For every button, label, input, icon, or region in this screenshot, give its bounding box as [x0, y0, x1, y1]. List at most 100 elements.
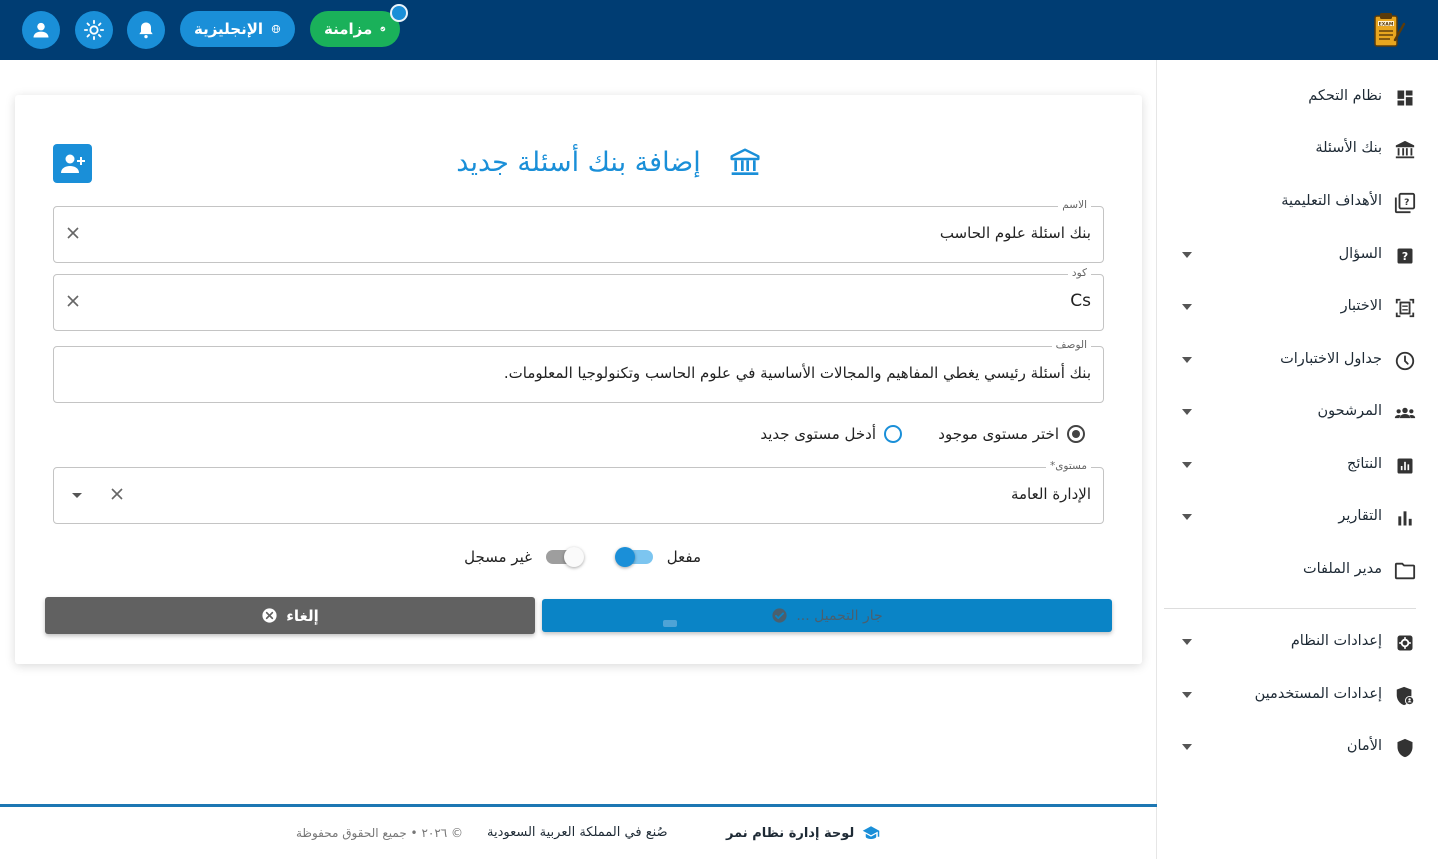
profile-button[interactable]	[22, 11, 60, 49]
description-label: الوصف	[1051, 339, 1091, 351]
logo-text: EXAM	[1379, 21, 1394, 27]
chevron-down-icon[interactable]	[72, 493, 82, 498]
theme-toggle-button[interactable]	[75, 11, 113, 49]
cancel-button[interactable]: إلغاء	[45, 597, 535, 634]
chevron-down-icon	[1182, 409, 1192, 415]
save-button[interactable]: جار التحميل ...	[542, 599, 1112, 632]
exam-icon	[1394, 297, 1416, 319]
person-add-icon	[60, 154, 85, 173]
sidebar-item-label: الاختبار	[1340, 298, 1382, 314]
active-toggle-label: مفعل	[666, 548, 701, 566]
question-icon: ?	[1394, 245, 1416, 267]
level-label: مستوى*	[1045, 460, 1091, 472]
dashboard-icon	[1394, 87, 1416, 109]
notifications-button[interactable]	[127, 11, 165, 49]
level-value: الإدارة العامة	[1010, 485, 1091, 503]
clear-icon[interactable]	[110, 487, 124, 501]
results-icon	[1394, 455, 1416, 477]
sync-button[interactable]: مزامنة	[310, 11, 400, 47]
sidebar-item-candidates[interactable]: المرشحون	[1156, 393, 1438, 433]
add-user-button[interactable]	[53, 144, 92, 183]
name-field[interactable]: الاسم بنك اسئلة علوم الحاسب	[53, 199, 1104, 263]
chevron-down-icon	[1182, 462, 1192, 468]
radio-label: اختر مستوى موجود	[938, 425, 1059, 443]
radio-new-level[interactable]: أدخل مستوى جديد	[760, 422, 902, 446]
sidebar-item-label: بنك الأسئلة	[1315, 140, 1382, 156]
footer: لوحة إدارة نظام نمر صُنع في المملكة العر…	[0, 807, 1157, 859]
sidebar-item-label: الأمان	[1346, 738, 1382, 754]
page-title: إضافة بنك أسئلة جديد	[456, 147, 701, 178]
active-toggle-row[interactable]: مفعل	[614, 545, 701, 569]
footer-brand-label: لوحة إدارة نظام نمر	[726, 825, 855, 841]
sync-label: مزامنة	[324, 20, 373, 38]
people-icon	[1394, 402, 1416, 424]
sidebar-item-security[interactable]: الأمان	[1156, 728, 1438, 768]
sidebar-item-question[interactable]: ? السؤال	[1156, 236, 1438, 276]
radio-label: أدخل مستوى جديد	[760, 425, 876, 443]
inactive-toggle-row[interactable]: غير مسجل	[464, 545, 584, 569]
footer-rights: © ٢٠٢٦ • جميع الحقوق محفوظة	[296, 826, 464, 840]
chevron-down-icon	[1182, 357, 1192, 363]
loading-indicator	[663, 620, 677, 627]
chevron-down-icon	[1182, 639, 1192, 645]
bank-icon	[729, 147, 761, 179]
name-label: الاسم	[1058, 199, 1091, 211]
sidebar-divider	[1164, 608, 1416, 609]
sidebar-item-label: النتائج	[1346, 456, 1382, 472]
graduation-cap-icon	[863, 826, 880, 839]
folder-icon	[1394, 560, 1416, 582]
sidebar-item-exam[interactable]: الاختبار	[1156, 288, 1438, 328]
chevron-down-icon	[1182, 304, 1192, 310]
sidebar-item-dashboard[interactable]: نظام التحكم	[1156, 78, 1438, 118]
description-field[interactable]: الوصف بنك أسئلة رئيسي يغطي المفاهيم والم…	[53, 339, 1104, 403]
description-value: بنك أسئلة رئيسي يغطي المفاهيم والمجالات …	[503, 364, 1091, 382]
level-select[interactable]: مستوى* الإدارة العامة	[53, 460, 1104, 524]
sidebar-item-label: التقارير	[1338, 508, 1382, 524]
save-label: جار التحميل ...	[796, 607, 883, 624]
sidebar-item-user-settings[interactable]: إعدادات المستخدمين	[1156, 676, 1438, 716]
check-circle-icon	[380, 26, 386, 32]
sidebar-item-label: إعدادات المستخدمين	[1254, 686, 1382, 702]
sidebar-item-reports[interactable]: التقارير	[1156, 498, 1438, 538]
svg-text:?: ?	[1402, 250, 1408, 263]
code-field[interactable]: كود Cs	[53, 267, 1104, 331]
language-label: الإنجليزية	[194, 20, 264, 38]
radio-button[interactable]	[884, 425, 902, 443]
sidebar-item-exam-schedules[interactable]: جداول الاختبارات	[1156, 341, 1438, 381]
footer-brand: لوحة إدارة نظام نمر	[726, 825, 880, 841]
sidebar-item-label: نظام التحكم	[1308, 88, 1382, 104]
app-logo: EXAM	[1368, 10, 1408, 50]
cancel-label: إلغاء	[286, 606, 319, 625]
radio-button[interactable]	[1067, 425, 1085, 443]
clear-icon[interactable]	[66, 226, 80, 240]
sidebar-item-label: جداول الاختبارات	[1280, 351, 1382, 367]
chevron-down-icon	[1182, 744, 1192, 750]
check-circle-icon	[772, 608, 787, 623]
close-circle-icon	[262, 608, 277, 623]
sidebar-item-learning-objectives[interactable]: ? الأهداف التعليمية	[1156, 183, 1438, 223]
active-toggle[interactable]	[614, 547, 653, 567]
user-icon	[33, 22, 49, 38]
language-button[interactable]: الإنجليزية	[180, 11, 295, 47]
clear-icon[interactable]	[66, 294, 80, 308]
svg-text:?: ?	[1404, 197, 1409, 208]
radio-existing-level[interactable]: اختر مستوى موجود	[938, 422, 1085, 446]
sidebar-item-question-bank[interactable]: بنك الأسئلة	[1156, 130, 1438, 170]
inactive-toggle[interactable]	[546, 547, 584, 567]
sidebar-item-label: السؤال	[1338, 246, 1382, 262]
footer-made-in: صُنع في المملكة العربية السعودية	[487, 825, 668, 840]
settings-icon	[1394, 632, 1416, 654]
sidebar-item-label: مدير الملفات	[1302, 561, 1382, 577]
chevron-down-icon	[1182, 692, 1192, 698]
sidebar-item-file-manager[interactable]: مدير الملفات	[1156, 551, 1438, 591]
bar-chart-icon	[1394, 507, 1416, 529]
bank-icon	[1394, 139, 1416, 161]
code-label: كود	[1067, 267, 1091, 279]
sidebar-item-results[interactable]: النتائج	[1156, 446, 1438, 486]
bell-icon	[139, 22, 153, 39]
shield-icon	[1394, 737, 1416, 759]
top-app-bar: الإنجليزية مزامنة EXAM	[0, 0, 1438, 60]
name-value: بنك اسئلة علوم الحاسب	[939, 224, 1091, 242]
sidebar-item-system-settings[interactable]: إعدادات النظام	[1156, 623, 1438, 663]
globe-icon	[271, 24, 281, 34]
